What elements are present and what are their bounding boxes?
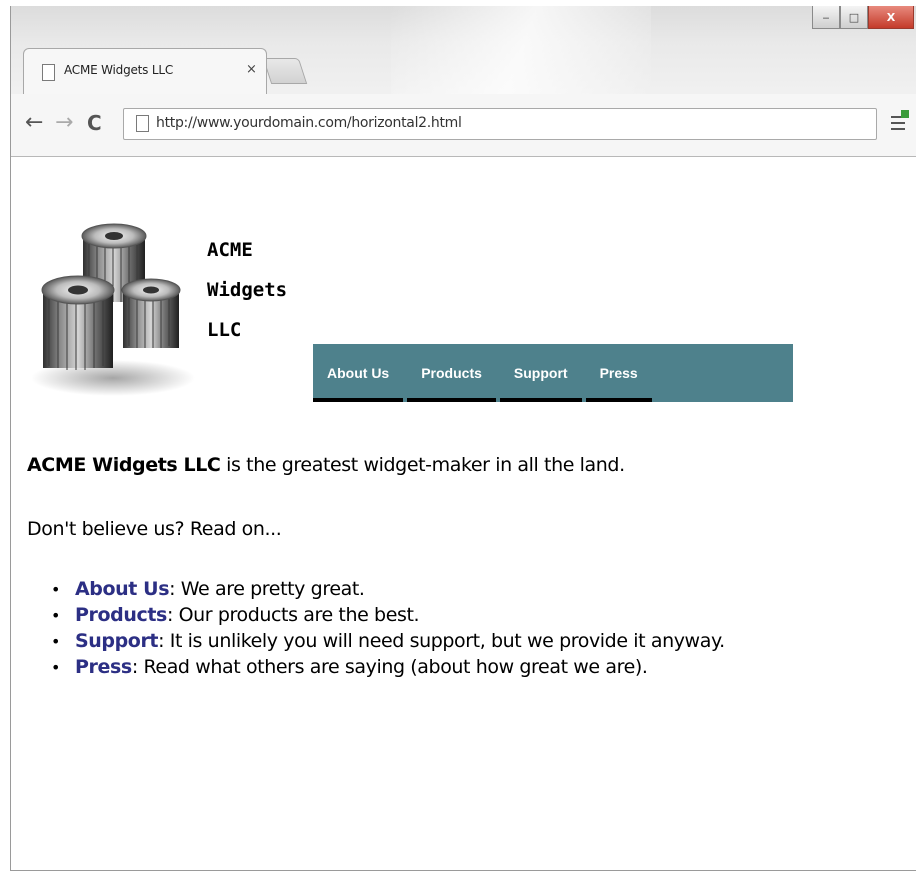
close-window-button[interactable]: X [868, 6, 914, 29]
address-bar[interactable]: http://www.yourdomain.com/horizontal2.ht… [123, 108, 877, 140]
window-controls: ‒ □ X [812, 6, 914, 29]
main-nav: About Us Products Support Press [313, 344, 793, 402]
update-badge-icon [901, 110, 909, 118]
maximize-button[interactable]: □ [840, 6, 868, 29]
list-item-desc: : It is unlikely you will need support, … [158, 630, 725, 652]
company-name-line: Widgets [207, 279, 288, 301]
gears-icon [31, 223, 195, 396]
url-text: http://www.yourdomain.com/horizontal2.ht… [156, 115, 462, 131]
teaser-text: Don't believe us? Read on... [27, 518, 282, 540]
reload-icon[interactable]: C [87, 111, 102, 135]
forward-arrow-icon[interactable]: → [55, 110, 73, 135]
intro-paragraph: ACME Widgets LLC is the greatest widget-… [27, 454, 625, 476]
page-content: ACME Widgets LLC About Us Products Suppo… [11, 158, 916, 870]
company-name-line: LLC [207, 319, 242, 341]
list-item: • Press: Read what others are saying (abo… [51, 656, 648, 678]
intro-company: ACME Widgets LLC [27, 454, 221, 476]
tab-close-button[interactable]: × [246, 62, 257, 77]
list-item: • Products: Our products are the best. [51, 604, 420, 626]
page-icon [136, 115, 149, 132]
list-item: • Support: It is unlikely you will need s… [51, 630, 725, 652]
menu-icon[interactable] [891, 110, 909, 130]
press-link[interactable]: Press [75, 656, 132, 678]
nav-products[interactable]: Products [407, 344, 496, 402]
company-name-line: ACME [207, 239, 253, 261]
back-arrow-icon[interactable]: ← [25, 110, 43, 135]
list-item: • About Us: We are pretty great. [51, 578, 365, 600]
nav-press[interactable]: Press [585, 344, 652, 402]
about-us-link[interactable]: About Us [75, 578, 170, 600]
minimize-button[interactable]: ‒ [812, 6, 840, 29]
features-list: • About Us: We are pretty great. • Product… [51, 576, 725, 680]
browser-tab[interactable]: ACME Widgets LLC × [23, 48, 267, 95]
support-link[interactable]: Support [75, 630, 159, 652]
list-item-desc: : Read what others are saying (about how… [131, 656, 648, 678]
nav-about-us[interactable]: About Us [313, 344, 404, 402]
intro-text: is the greatest widget-maker in all the … [220, 454, 625, 476]
browser-window: ‒ □ X ACME Widgets LLC × ← → C http://ww… [10, 6, 916, 871]
products-link[interactable]: Products [75, 604, 167, 626]
page-icon [42, 64, 55, 81]
company-name: ACME Widgets LLC [207, 230, 287, 350]
tab-title: ACME Widgets LLC [64, 63, 174, 77]
list-item-desc: : We are pretty great. [169, 578, 365, 600]
nav-support[interactable]: Support [499, 344, 582, 402]
list-item-desc: : Our products are the best. [166, 604, 420, 626]
browser-toolbar: ← → C http://www.yourdomain.com/horizont… [11, 94, 916, 157]
